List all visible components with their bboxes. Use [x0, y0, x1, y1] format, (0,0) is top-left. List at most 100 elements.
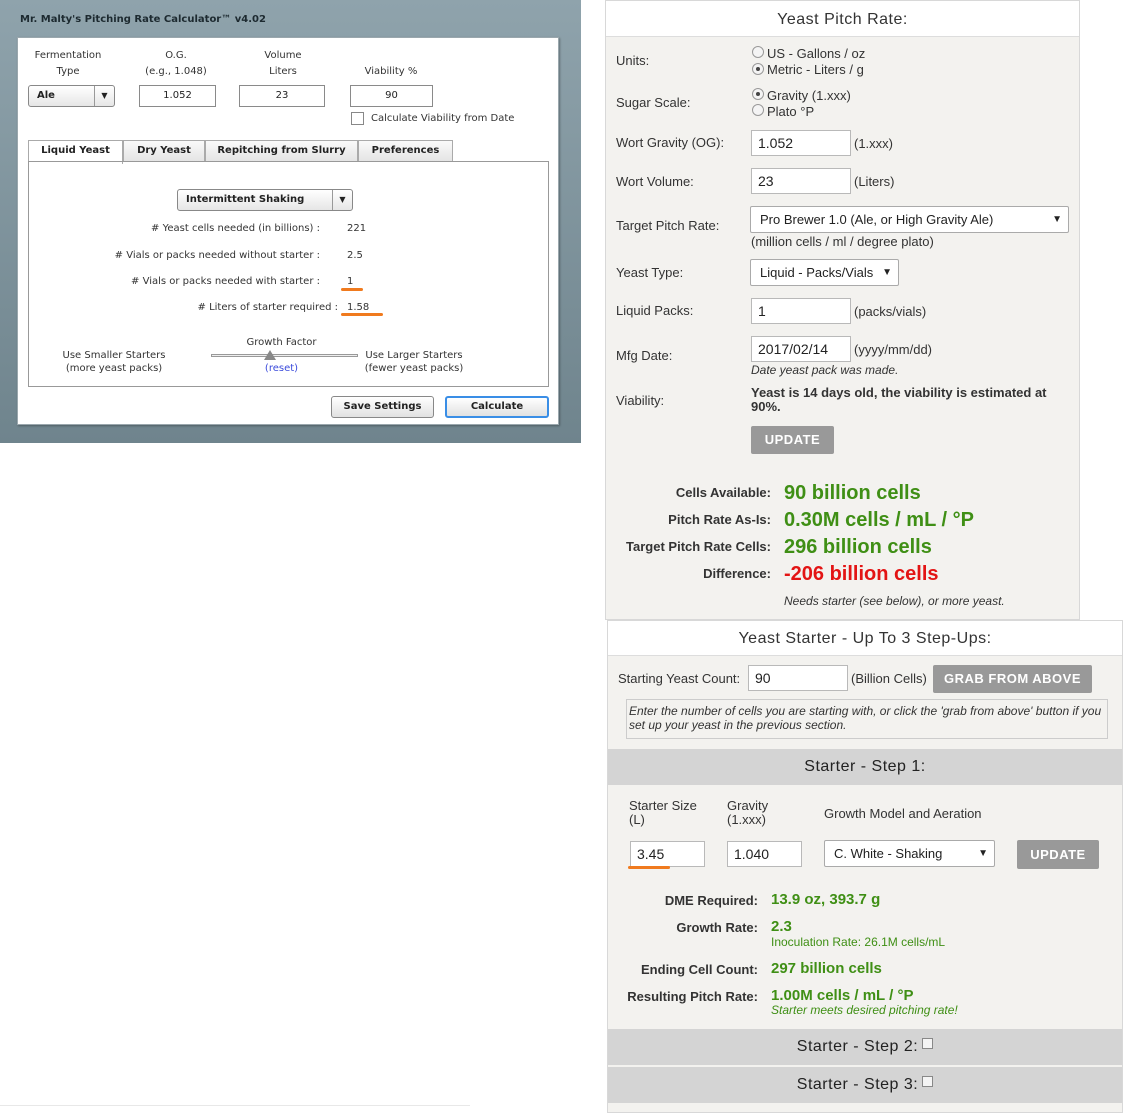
wort-gravity-label: Wort Gravity (OG):: [616, 135, 725, 150]
og-label: O.G. (e.g., 1.048): [136, 50, 216, 77]
volume-label-line2: Liters: [269, 66, 297, 77]
inoculation-rate: Inoculation Rate: 26.1M cells/mL: [771, 935, 946, 949]
wort-gravity-unit: (1.xxx): [854, 136, 893, 151]
tab-preferences[interactable]: Preferences: [358, 140, 453, 162]
liquid-packs-label: Liquid Packs:: [616, 303, 694, 318]
fermentation-type-select[interactable]: Ale ▼: [28, 85, 115, 107]
reset-link[interactable]: (reset): [229, 363, 334, 374]
starting-count-input[interactable]: 90: [748, 665, 848, 691]
packs-with-starter-label: # Vials or packs needed with starter :: [131, 276, 320, 287]
units-label: Units:: [616, 53, 650, 68]
dme-label: DME Required:: [664, 893, 758, 908]
divider: [0, 1105, 470, 1106]
highlight-underline: [628, 866, 670, 869]
starting-count-hint: Enter the number of cells you are starti…: [626, 699, 1108, 739]
smaller-starters-line1: Use Smaller Starters: [62, 350, 166, 361]
starting-count-unit: (Billion Cells): [851, 671, 927, 686]
save-settings-button[interactable]: Save Settings: [331, 396, 434, 418]
growth-factor-slider[interactable]: [211, 350, 358, 360]
fermentation-label: Fermentation Type: [28, 50, 108, 77]
units-metric-label: Metric - Liters / g: [767, 62, 864, 77]
target-cells-value: 296 billion cells: [784, 536, 932, 558]
resulting-rate-label: Resulting Pitch Rate:: [627, 989, 758, 1004]
highlight-underline: [341, 313, 383, 316]
target-rate-unit: (million cells / ml / degree plato): [751, 234, 934, 249]
mfg-date-input[interactable]: 2017/02/14: [751, 336, 851, 362]
step1-title: Starter - Step 1:: [804, 758, 926, 775]
sugar-plato-radio[interactable]: [752, 104, 764, 116]
smaller-starters-label: Use Smaller Starters (more yeast packs): [59, 350, 169, 374]
calc-viability-label: Calculate Viability from Date: [371, 113, 515, 124]
packs-without-starter-label: # Vials or packs needed without starter …: [114, 250, 320, 261]
volume-input[interactable]: 23: [239, 85, 325, 107]
volume-label-line1: Volume: [264, 50, 302, 61]
dme-value: 13.9 oz, 393.7 g: [771, 891, 881, 908]
smaller-starters-line2: (more yeast packs): [65, 363, 163, 374]
chevron-down-icon: ▼: [332, 190, 352, 210]
starter-size-label: Starter Size (L): [629, 799, 697, 827]
liquid-packs-input[interactable]: 1: [751, 298, 851, 324]
calculate-button[interactable]: Calculate: [445, 396, 549, 418]
units-us-radio[interactable]: [752, 46, 764, 58]
fermentation-label-line1: Fermentation: [34, 50, 102, 61]
starter-note: Needs starter (see below), or more yeast…: [784, 594, 1005, 608]
starting-count-label: Starting Yeast Count:: [618, 671, 741, 686]
yeast-type-select[interactable]: Liquid - Packs/Vials ▼: [750, 259, 899, 286]
growth-model-select[interactable]: C. White - Shaking ▼: [824, 840, 995, 867]
mfg-date-hint: Date yeast pack was made.: [751, 363, 899, 377]
viability-input[interactable]: 90: [350, 85, 433, 107]
chevron-down-icon: ▼: [978, 848, 988, 859]
ending-count-label: Ending Cell Count:: [641, 962, 758, 977]
cells-needed-value: 221: [347, 223, 367, 234]
units-metric-radio[interactable]: [752, 63, 764, 75]
target-rate-select[interactable]: Pro Brewer 1.0 (Ale, or High Gravity Ale…: [750, 206, 1069, 233]
starter-liters-label: # Liters of starter required :: [197, 302, 338, 313]
mfg-date-unit: (yyyy/mm/dd): [854, 342, 932, 357]
difference-value: -206 billion cells: [784, 563, 939, 585]
window-title: Mr. Malty's Pitching Rate Calculator™ v4…: [20, 14, 266, 25]
tab-repitching[interactable]: Repitching from Slurry: [205, 140, 358, 162]
og-label-line2: (e.g., 1.048): [145, 66, 207, 77]
sugar-scale-label: Sugar Scale:: [616, 95, 691, 110]
starter-gravity-input[interactable]: 1.040: [727, 841, 802, 867]
starter-liters-value: 1.58: [347, 302, 370, 313]
grab-from-above-button[interactable]: GRAB FROM ABOVE: [933, 665, 1092, 693]
tab-dry-yeast[interactable]: Dry Yeast: [123, 140, 205, 162]
cells-available-value: 90 billion cells: [784, 482, 921, 504]
target-rate-value: Pro Brewer 1.0 (Ale, or High Gravity Ale…: [760, 212, 994, 227]
sugar-gravity-radio[interactable]: [752, 88, 764, 100]
wort-volume-input[interactable]: 23: [751, 168, 851, 194]
starter-size-label-line1: Starter Size: [629, 798, 697, 813]
larger-starters-label: Use Larger Starters (fewer yeast packs): [359, 350, 469, 374]
chevron-down-icon: ▼: [882, 267, 892, 278]
difference-label: Difference:: [703, 566, 771, 581]
aeration-method-select[interactable]: Intermittent Shaking ▼: [177, 189, 353, 211]
wort-gravity-input[interactable]: 1.052: [751, 130, 851, 156]
step2-checkbox[interactable]: [922, 1038, 934, 1049]
mfg-date-label: Mfg Date:: [616, 348, 673, 363]
viability-label: Viability:: [616, 393, 665, 408]
cells-needed-label: # Yeast cells needed (in billions) :: [151, 223, 320, 234]
growth-rate-value: 2.3: [771, 918, 792, 935]
target-rate-label: Target Pitch Rate:: [616, 218, 720, 233]
starter-size-label-line2: (L): [629, 812, 645, 827]
growth-factor-label: Growth Factor: [246, 337, 317, 348]
growth-model-value: C. White - Shaking: [834, 846, 943, 861]
ending-count-value: 297 billion cells: [771, 960, 882, 977]
update-button[interactable]: UPDATE: [751, 426, 834, 454]
starter-size-input[interactable]: 3.45: [630, 841, 705, 867]
gravity-label-line1: Gravity: [727, 798, 769, 813]
malty-calculator-window: Mr. Malty's Pitching Rate Calculator™ v4…: [0, 0, 581, 443]
pitch-rate-title: Yeast Pitch Rate:: [606, 1, 1079, 37]
calc-viability-checkbox[interactable]: [351, 112, 364, 125]
step1-update-button[interactable]: UPDATE: [1017, 840, 1099, 869]
volume-label: Volume Liters: [243, 50, 323, 77]
gravity-label-line2: (1.xxx): [727, 812, 766, 827]
slider-thumb[interactable]: [264, 350, 276, 360]
chevron-down-icon: ▼: [94, 86, 114, 106]
step2-header: Starter - Step 2:: [608, 1029, 1122, 1065]
step3-checkbox[interactable]: [922, 1076, 934, 1087]
resulting-rate-note: Starter meets desired pitching rate!: [771, 1003, 958, 1017]
og-input[interactable]: 1.052: [139, 85, 216, 107]
units-us-label: US - Gallons / oz: [767, 46, 866, 61]
